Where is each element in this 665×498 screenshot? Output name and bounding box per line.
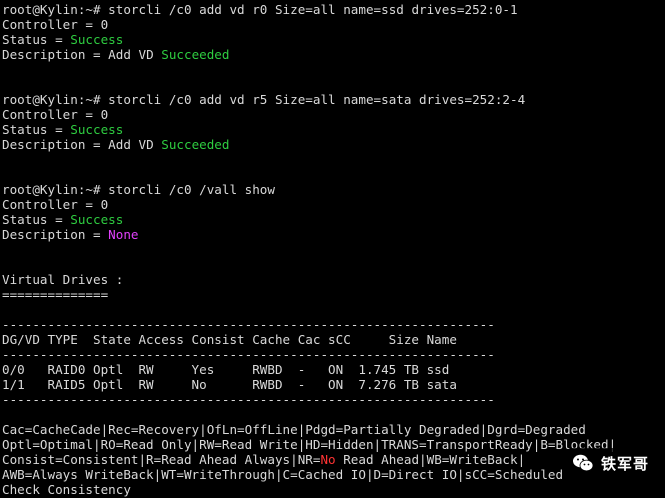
description-key: Description = xyxy=(2,137,109,152)
output-description: Description = Add VD Succeeded xyxy=(2,137,665,152)
command-text: storcli /c0 /vall show xyxy=(108,182,275,197)
legend-text: Consist=Consistent|R=Read Ahead Always|N… xyxy=(2,452,321,467)
table-rule: ----------------------------------------… xyxy=(2,347,495,362)
description-value: Succeeded xyxy=(161,137,230,152)
table-rule: ----------------------------------------… xyxy=(2,392,495,407)
output-description: Description = Add VD Succeeded xyxy=(2,47,665,62)
description-prefix: Add VD xyxy=(108,137,162,152)
section-underline: ============== xyxy=(2,287,109,302)
legend-line: Cac=CacheCade|Rec=Recovery|OfLn=OffLine|… xyxy=(2,422,586,437)
command-line: root@Kylin:~# storcli /c0 /vall show xyxy=(2,182,665,197)
output-controller: Controller = 0 xyxy=(2,197,109,212)
terminal-window[interactable]: root@Kylin:~# storcli /c0 add vd r0 Size… xyxy=(0,0,665,498)
output-controller: Controller = 0 xyxy=(2,17,109,32)
table-header: DG/VD TYPE State Access Consist Cache Ca… xyxy=(2,332,457,347)
description-key: Description = xyxy=(2,227,109,242)
status-key: Status = xyxy=(2,122,71,137)
status-value: Success xyxy=(70,32,124,47)
legend-line: Optl=Optimal|RO=Read Only|RW=Read Write|… xyxy=(2,437,617,452)
watermark: 铁军哥 xyxy=(566,448,657,478)
legend-line: Check Consistency xyxy=(2,482,131,497)
output-status: Status = Success xyxy=(2,212,665,227)
shell-prompt: root@Kylin:~# xyxy=(2,2,109,17)
description-value: None xyxy=(108,227,139,242)
output-status: Status = Success xyxy=(2,122,665,137)
status-value: Success xyxy=(70,122,124,137)
section-title: Virtual Drives : xyxy=(2,272,124,287)
description-value: Succeeded xyxy=(161,47,230,62)
table-rule: ----------------------------------------… xyxy=(2,317,495,332)
command-line: root@Kylin:~# storcli /c0 add vd r5 Size… xyxy=(2,92,665,107)
legend-line: Consist=Consistent|R=Read Ahead Always|N… xyxy=(2,452,665,467)
table-row: 1/1 RAID5 Optl RW No RWBD - ON 7.276 TB … xyxy=(2,377,457,392)
description-prefix: Add VD xyxy=(108,47,162,62)
wechat-icon xyxy=(572,454,594,472)
legend-line: AWB=Always WriteBack|WT=WriteThrough|C=C… xyxy=(2,467,564,482)
command-text: storcli /c0 add vd r5 Size=all name=sata… xyxy=(108,92,526,107)
output-status: Status = Success xyxy=(2,32,665,47)
status-key: Status = xyxy=(2,32,71,47)
command-text: storcli /c0 add vd r0 Size=all name=ssd … xyxy=(108,2,518,17)
shell-prompt: root@Kylin:~# xyxy=(2,92,109,107)
output-description: Description = None xyxy=(2,227,665,242)
shell-prompt: root@Kylin:~# xyxy=(2,182,109,197)
legend-highlight: No xyxy=(320,452,336,467)
command-line: root@Kylin:~# storcli /c0 add vd r0 Size… xyxy=(2,2,665,17)
watermark-text: 铁军哥 xyxy=(600,454,649,473)
output-controller: Controller = 0 xyxy=(2,107,109,122)
description-key: Description = xyxy=(2,47,109,62)
table-row: 0/0 RAID0 Optl RW Yes RWBD - ON 1.745 TB… xyxy=(2,362,450,377)
status-key: Status = xyxy=(2,212,71,227)
status-value: Success xyxy=(70,212,124,227)
legend-text: Read Ahead|WB=WriteBack| xyxy=(335,452,526,467)
